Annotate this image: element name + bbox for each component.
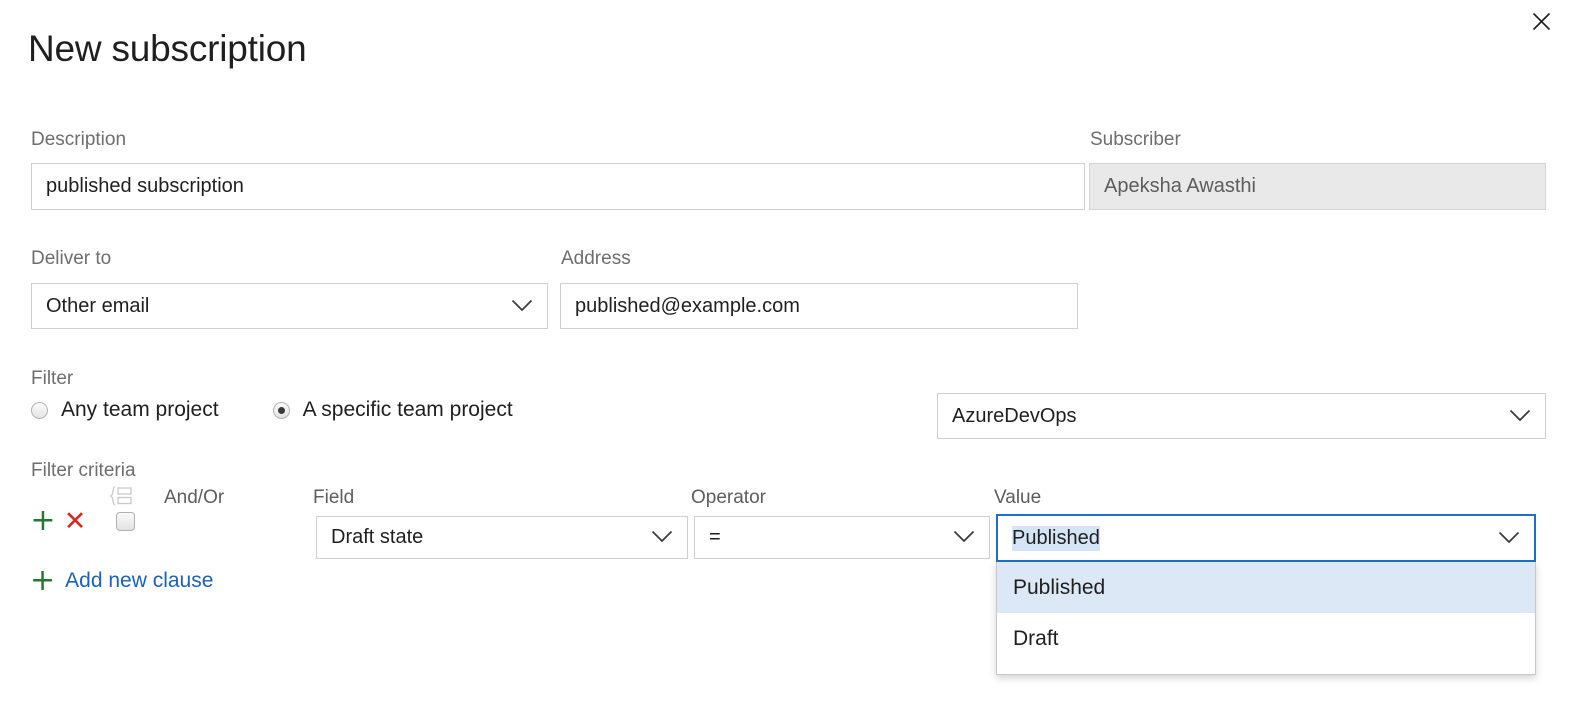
deliver-to-value: Other email	[46, 295, 501, 318]
address-input[interactable]: published@example.com	[560, 283, 1078, 329]
close-x-icon: ✕	[64, 508, 87, 535]
value-dropdown-value: Published	[1012, 526, 1100, 551]
radio-specific-team-project[interactable]: A specific team project	[273, 398, 513, 422]
value-dropdown-list: Published Draft	[996, 562, 1536, 675]
deliver-to-label: Deliver to	[31, 249, 111, 268]
close-dialog-button[interactable]	[1524, 4, 1558, 38]
close-icon	[1532, 12, 1551, 31]
radio-any-team-project-label: Any team project	[61, 398, 219, 422]
add-new-clause-button[interactable]: + Add new clause	[30, 566, 213, 596]
subscriber-input: Apeksha Awasthi	[1089, 163, 1546, 210]
operator-column-header: Operator	[691, 487, 766, 509]
operator-dropdown[interactable]: =	[694, 516, 990, 559]
filter-label: Filter	[31, 369, 73, 388]
add-new-clause-label: Add new clause	[65, 569, 213, 593]
field-dropdown[interactable]: Draft state	[316, 516, 688, 559]
plus-icon: +	[30, 566, 55, 596]
description-label: Description	[31, 130, 126, 149]
plus-icon: +	[30, 506, 55, 536]
subscriber-label: Subscriber	[1090, 130, 1181, 149]
filter-criteria-label: Filter criteria	[31, 461, 136, 480]
radio-specific-team-project-label: A specific team project	[303, 398, 513, 422]
deliver-to-dropdown[interactable]: Other email	[31, 283, 548, 329]
chevron-down-icon	[511, 295, 533, 318]
add-clause-icon-button[interactable]: +	[30, 508, 56, 534]
radio-unchecked-icon	[31, 402, 48, 419]
value-column-header: Value	[994, 487, 1041, 509]
field-value: Draft state	[331, 526, 641, 549]
row-select-checkbox[interactable]	[116, 512, 135, 531]
group-clause-icon[interactable]	[108, 485, 134, 507]
and-or-column-header: And/Or	[164, 487, 224, 509]
field-column-header: Field	[313, 487, 354, 509]
dropdown-option-draft[interactable]: Draft	[997, 613, 1535, 664]
radio-checked-icon	[273, 402, 290, 419]
chevron-down-icon	[1498, 527, 1520, 550]
team-project-dropdown[interactable]: AzureDevOps	[937, 393, 1546, 439]
clause-row-actions: + ✕	[30, 508, 135, 534]
dropdown-option-published[interactable]: Published	[997, 562, 1535, 613]
radio-any-team-project[interactable]: Any team project	[31, 398, 219, 422]
team-project-value: AzureDevOps	[952, 405, 1499, 428]
address-label: Address	[561, 249, 631, 268]
chevron-down-icon	[651, 526, 673, 549]
chevron-down-icon	[953, 526, 975, 549]
delete-clause-button[interactable]: ✕	[62, 508, 88, 534]
filter-radio-group: Any team project A specific team project	[31, 398, 513, 422]
operator-value: =	[709, 526, 943, 549]
chevron-down-icon	[1509, 405, 1531, 428]
description-input[interactable]: published subscription	[31, 163, 1085, 210]
value-dropdown[interactable]: Published	[996, 514, 1536, 562]
page-title: New subscription	[28, 29, 307, 70]
